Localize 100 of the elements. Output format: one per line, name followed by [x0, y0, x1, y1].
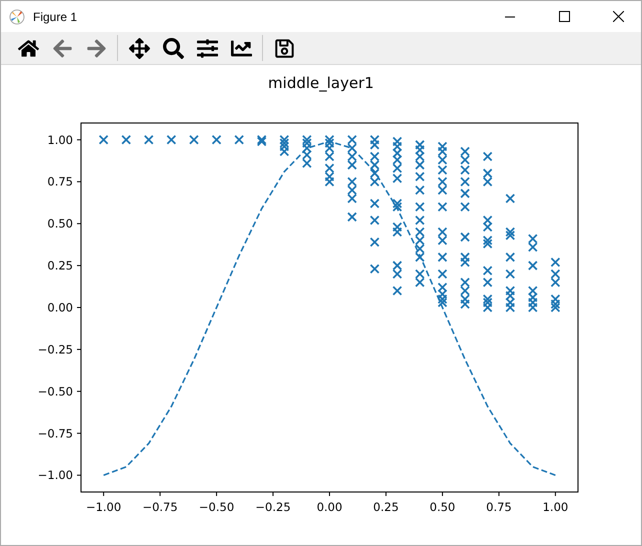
x-marker [438, 289, 448, 299]
x-marker [392, 163, 402, 174]
x-marker [482, 238, 493, 249]
x-marker [234, 134, 244, 145]
x-marker [438, 282, 448, 292]
tick-label: 0.50 [47, 216, 73, 231]
x-marker [460, 146, 470, 156]
tick-label: 0.75 [486, 500, 512, 514]
x-marker [392, 269, 402, 279]
x-marker [347, 176, 357, 187]
x-marker [528, 286, 538, 296]
tick-label: 0.25 [373, 500, 399, 514]
x-marker [347, 160, 357, 170]
tick-label: −0.75 [38, 426, 73, 440]
x-marker [302, 134, 312, 145]
x-marker [460, 232, 470, 242]
tick-label: 0.00 [47, 300, 73, 314]
x-marker [460, 188, 470, 198]
x-marker [414, 269, 425, 279]
x-marker [392, 222, 402, 232]
x-marker [392, 142, 402, 152]
x-marker [528, 242, 538, 252]
x-marker [505, 252, 516, 262]
x-marker [212, 134, 222, 145]
x-marker [528, 292, 538, 302]
tick-mark [385, 492, 386, 496]
x-marker [392, 286, 402, 296]
x-marker [460, 165, 470, 175]
close-icon [612, 11, 624, 22]
tick-label: −0.50 [38, 384, 73, 398]
x-marker [347, 152, 357, 162]
x-marker [347, 185, 357, 195]
x-marker [302, 143, 312, 154]
x-marker [392, 198, 402, 208]
x-marker [392, 136, 402, 146]
x-marker [392, 260, 402, 270]
x-marker [166, 134, 176, 145]
tick-mark [76, 139, 82, 140]
x-marker [414, 185, 425, 195]
x-marker [414, 152, 425, 162]
x-marker [438, 298, 448, 308]
x-marker [370, 215, 380, 226]
x-marker [302, 150, 312, 160]
x-marker [324, 143, 334, 154]
tick-label: −0.75 [142, 500, 178, 514]
tick-label: 1.00 [542, 500, 568, 514]
x-marker [324, 163, 334, 174]
x-marker [324, 152, 334, 162]
x-marker [438, 227, 448, 237]
x-marker [482, 215, 493, 226]
tick-label: −1.00 [86, 500, 122, 514]
maximize-icon [558, 11, 570, 22]
x-marker [460, 176, 470, 187]
x-marker [414, 140, 425, 150]
tick-mark [160, 492, 161, 496]
tick-mark [442, 492, 443, 496]
x-marker [460, 286, 470, 296]
x-marker [482, 176, 493, 187]
tick-mark [329, 492, 330, 496]
x-marker [370, 237, 380, 247]
x-marker [392, 227, 402, 237]
x-marker [505, 269, 516, 279]
tick-mark [554, 492, 556, 496]
x-marker [528, 298, 538, 308]
x-marker [414, 236, 425, 246]
x-marker [550, 294, 560, 304]
x-marker [505, 227, 516, 237]
x-marker [392, 148, 402, 158]
x-marker [414, 244, 425, 254]
x-marker [279, 138, 290, 148]
x-marker [279, 142, 290, 152]
x-marker [550, 302, 560, 312]
x-marker [392, 155, 402, 165]
x-marker [460, 294, 470, 304]
x-marker [505, 230, 516, 240]
tick-mark [103, 492, 104, 496]
tick-label: −1.00 [38, 468, 73, 482]
x-marker [482, 152, 493, 162]
x-marker [505, 290, 516, 301]
x-marker [370, 160, 380, 170]
x-marker [482, 294, 493, 304]
tick-mark [216, 492, 218, 496]
x-marker [438, 185, 448, 195]
x-marker [550, 257, 560, 268]
x-marker [482, 277, 493, 288]
x-marker [370, 140, 380, 150]
x-marker [414, 160, 425, 170]
x-marker [279, 134, 290, 145]
tick-mark [76, 265, 82, 266]
tick-mark [498, 492, 500, 496]
x-marker [392, 173, 402, 184]
x-marker [438, 146, 448, 156]
x-marker [347, 212, 357, 222]
tick-label: 0.00 [316, 500, 342, 514]
x-marker [324, 176, 334, 187]
x-marker [482, 168, 493, 178]
x-marker [121, 134, 132, 145]
x-marker [302, 158, 312, 168]
x-marker [482, 302, 493, 312]
plot-title: middle_layer1 [268, 74, 374, 92]
